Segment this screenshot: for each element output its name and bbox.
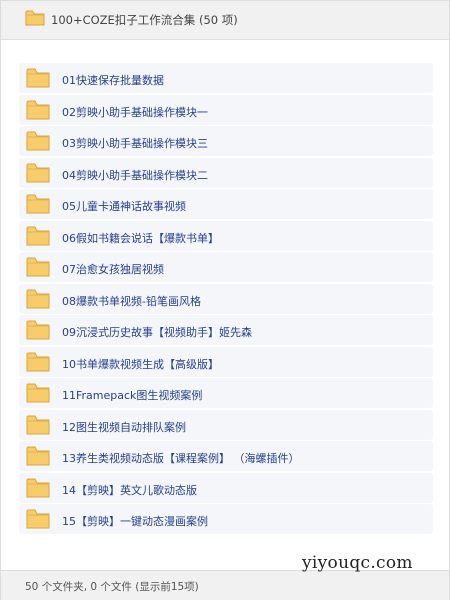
- folder-item-label[interactable]: 01快速保存批量数据: [62, 72, 164, 88]
- folder-icon: [26, 288, 50, 314]
- folder-item[interactable]: 10书单爆款视频生成【高级版】: [19, 346, 433, 377]
- folder-icon: [26, 99, 50, 125]
- folder-icon: [26, 351, 50, 377]
- folder-item[interactable]: 03剪映小助手基础操作模块三: [19, 126, 433, 156]
- folder-item[interactable]: 08爆款书单视频-铅笔画风格: [19, 283, 433, 314]
- watermark: yiyouqc.com: [302, 553, 413, 573]
- folder-item[interactable]: 14【剪映】英文儿歌动态版: [19, 472, 433, 503]
- folder-icon: [26, 193, 50, 219]
- folder-list: 01快速保存批量数据 02剪映小助手基础操作模块一 03剪映小助手基础操作模块三 04…: [19, 63, 433, 536]
- header-bar: 100+COZE扣子工作流合集 (50 项): [1, 1, 449, 40]
- folder-icon: [26, 130, 50, 156]
- folder-item[interactable]: 12图生视频自动排队案例: [19, 409, 433, 440]
- folder-item[interactable]: 02剪映小助手基础操作模块一: [19, 94, 433, 125]
- folder-icon: [26, 477, 50, 503]
- folder-item-label[interactable]: 08爆款书单视频-铅笔画风格: [62, 293, 201, 309]
- folder-item-label[interactable]: 09沉浸式历史故事【视频助手】姬先森: [62, 324, 252, 340]
- folder-item-label[interactable]: 04剪映小助手基础操作模块二: [62, 167, 208, 183]
- folder-item-label[interactable]: 02剪映小助手基础操作模块一: [62, 104, 208, 120]
- folder-item-label[interactable]: 10书单爆款视频生成【高级版】: [62, 356, 219, 372]
- folder-item[interactable]: 07治愈女孩独居视频: [19, 252, 433, 282]
- folder-icon: [26, 508, 50, 534]
- folder-item[interactable]: 15【剪映】一键动态漫画案例: [19, 504, 433, 534]
- folder-icon: [25, 9, 45, 31]
- folder-item-label[interactable]: 05儿童卡通神话故事视频: [62, 198, 186, 214]
- folder-item-label[interactable]: 03剪映小助手基础操作模块三: [62, 135, 208, 151]
- folder-icon: [26, 225, 50, 251]
- folder-icon: [26, 445, 50, 471]
- folder-item-label[interactable]: 12图生视频自动排队案例: [62, 419, 186, 435]
- folder-icon: [26, 382, 50, 408]
- folder-item[interactable]: 09沉浸式历史故事【视频助手】姬先森: [19, 315, 433, 345]
- folder-item[interactable]: 05儿童卡通神话故事视频: [19, 189, 433, 219]
- folder-icon: [26, 162, 50, 188]
- folder-item[interactable]: 01快速保存批量数据: [19, 63, 433, 93]
- folder-icon: [26, 319, 50, 345]
- folder-item-label[interactable]: 14【剪映】英文儿歌动态版: [62, 482, 197, 498]
- folder-item-label[interactable]: 15【剪映】一键动态漫画案例: [62, 513, 208, 529]
- folder-title: 100+COZE扣子工作流合集 (50 项): [51, 13, 238, 27]
- file-browser-window: 100+COZE扣子工作流合集 (50 项) 01快速保存批量数据 02剪映小助手…: [0, 0, 450, 600]
- status-bar: 50 个文件夹, 0 个文件 (显示前15项): [1, 570, 449, 600]
- folder-item[interactable]: 13养生类视频动态版【课程案例】 （海螺插件）: [19, 441, 433, 471]
- folder-item[interactable]: 11Framepack图生视频案例: [19, 378, 433, 408]
- folder-item-label[interactable]: 13养生类视频动态版【课程案例】 （海螺插件）: [62, 450, 300, 466]
- folder-icon: [26, 67, 50, 93]
- status-text: 50 个文件夹, 0 个文件 (显示前15项): [25, 581, 199, 593]
- folder-item[interactable]: 06假如书籍会说话【爆款书单】: [19, 220, 433, 251]
- folder-icon: [26, 414, 50, 440]
- folder-item-label[interactable]: 06假如书籍会说话【爆款书单】: [62, 230, 219, 246]
- folder-item-label[interactable]: 11Framepack图生视频案例: [62, 387, 202, 403]
- folder-item[interactable]: 04剪映小助手基础操作模块二: [19, 157, 433, 188]
- folder-item-label[interactable]: 07治愈女孩独居视频: [62, 261, 164, 277]
- folder-icon: [26, 256, 50, 282]
